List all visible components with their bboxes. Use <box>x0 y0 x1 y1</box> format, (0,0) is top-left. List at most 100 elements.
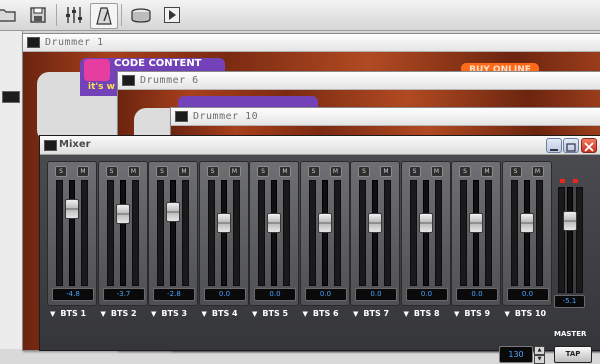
channel-value: 0.0 <box>456 288 498 301</box>
channel-name: BTS 2 <box>110 309 137 318</box>
mute-button[interactable]: M <box>380 166 392 177</box>
channel-fader[interactable] <box>216 212 231 233</box>
dropdown-arrow-icon[interactable]: ▼ <box>151 310 156 318</box>
channel-name: BTS 9 <box>464 309 491 318</box>
level-meter <box>359 180 366 286</box>
channel-fader[interactable] <box>519 212 534 233</box>
channel-output-select[interactable]: ▼ BTS 4 <box>199 307 247 320</box>
solo-button[interactable]: S <box>206 166 219 177</box>
channel-fader[interactable] <box>317 212 332 233</box>
play-icon[interactable] <box>159 3 185 27</box>
minimize-button[interactable] <box>546 138 562 153</box>
fader-track <box>321 180 328 286</box>
fader-track <box>69 180 75 286</box>
mute-button[interactable]: M <box>430 166 443 177</box>
drum-icon[interactable] <box>128 3 154 27</box>
dropdown-arrow-icon[interactable]: ▼ <box>202 310 207 318</box>
level-meter <box>182 180 189 286</box>
solo-button[interactable]: S <box>105 166 118 177</box>
channel-fader[interactable] <box>267 212 281 233</box>
solo-button[interactable]: S <box>156 166 168 177</box>
channel-fader[interactable] <box>368 212 382 233</box>
window-titlebar[interactable]: Drummer 1 <box>23 34 600 52</box>
master-channel: -5.1 <box>554 179 585 324</box>
solo-button[interactable]: S <box>509 166 522 177</box>
solo-button[interactable]: S <box>55 166 67 177</box>
mute-button[interactable]: M <box>531 166 544 177</box>
dropdown-arrow-icon[interactable]: ▼ <box>303 310 308 318</box>
mixer-faders-icon[interactable] <box>61 3 87 27</box>
tempo-down-button[interactable]: ▼ <box>534 355 545 364</box>
window-titlebar[interactable]: Drummer 6 <box>118 72 600 90</box>
dropdown-arrow-icon[interactable]: ▼ <box>505 310 510 318</box>
maximize-button[interactable] <box>563 138 579 153</box>
level-meter <box>485 180 492 286</box>
mixer-titlebar[interactable]: Mixer <box>40 136 600 155</box>
channel-output-select[interactable]: ▼ BTS 7 <box>350 307 398 320</box>
channel-value: 0.0 <box>203 288 246 301</box>
dropdown-arrow-icon[interactable]: ▼ <box>404 310 409 318</box>
channel-name: BTS 1 <box>60 309 87 318</box>
level-meter <box>157 180 164 286</box>
clip-indicator <box>560 179 565 183</box>
mute-button[interactable]: M <box>481 166 493 177</box>
window-title: Drummer 1 <box>45 37 104 48</box>
open-folder-icon[interactable] <box>0 3 20 27</box>
solo-button[interactable]: S <box>358 166 370 177</box>
solo-button[interactable]: S <box>257 166 269 177</box>
mixer-title: Mixer <box>59 139 91 150</box>
solo-button[interactable]: S <box>307 166 320 177</box>
mixer-window[interactable]: Mixer S M -4.8 ▼ BTS 1 S M -3.7 ▼ BTS 2 S M -2.8 ▼ BTS… <box>39 135 600 364</box>
dropdown-arrow-icon[interactable]: ▼ <box>101 310 106 318</box>
channel-strip: S M -2.8 <box>148 161 198 306</box>
channel-value: -4.8 <box>52 288 94 301</box>
channel-output-select[interactable]: ▼ BTS 10 <box>502 307 550 320</box>
promo-text: CODE CONTENT <box>114 58 202 69</box>
level-meter <box>106 180 114 286</box>
channel-fader[interactable] <box>166 202 180 223</box>
channel-fader[interactable] <box>469 212 483 233</box>
mute-button[interactable]: M <box>329 166 342 177</box>
window-title: Drummer 6 <box>140 75 199 86</box>
mute-button[interactable]: M <box>77 166 89 177</box>
tempo-spinner[interactable]: ▲ ▼ <box>534 346 545 364</box>
mute-button[interactable]: M <box>178 166 190 177</box>
level-meter <box>535 180 543 286</box>
mute-button[interactable]: M <box>127 166 140 177</box>
channel-name: BTS 4 <box>211 309 238 318</box>
save-icon[interactable] <box>25 3 51 27</box>
channel-strip: S M 0.0 <box>350 161 400 306</box>
fader-track <box>473 180 479 286</box>
level-meter <box>460 180 467 286</box>
dropdown-arrow-icon[interactable]: ▼ <box>50 310 55 318</box>
dropdown-arrow-icon[interactable]: ▼ <box>454 310 459 318</box>
channel-output-select[interactable]: ▼ BTS 2 <box>98 307 146 320</box>
channel-name: BTS 8 <box>413 309 440 318</box>
mute-button[interactable]: M <box>279 166 291 177</box>
metronome-icon[interactable] <box>90 3 118 29</box>
solo-button[interactable]: S <box>459 166 471 177</box>
channel-name: BTS 6 <box>312 309 339 318</box>
level-meter <box>131 180 139 286</box>
channel-fader[interactable] <box>418 212 433 233</box>
mute-button[interactable]: M <box>228 166 241 177</box>
channel-name: BTS 5 <box>262 309 289 318</box>
solo-button[interactable]: S <box>408 166 421 177</box>
channel-fader[interactable] <box>65 198 79 219</box>
tempo-up-button[interactable]: ▲ <box>534 346 545 355</box>
dropdown-arrow-icon[interactable]: ▼ <box>252 310 257 318</box>
channel-output-select[interactable]: ▼ BTS 8 <box>401 307 449 320</box>
channel-output-select[interactable]: ▼ BTS 9 <box>451 307 499 320</box>
window-titlebar[interactable]: Drummer 10 <box>171 108 600 126</box>
dropdown-arrow-icon[interactable]: ▼ <box>353 310 358 318</box>
master-fader[interactable] <box>563 211 577 232</box>
channel-output-select[interactable]: ▼ BTS 1 <box>47 307 95 320</box>
close-button[interactable] <box>581 138 597 153</box>
fader-track <box>119 180 126 286</box>
channel-fader[interactable] <box>115 204 130 225</box>
level-meter <box>576 187 583 293</box>
channel-output-select[interactable]: ▼ BTS 6 <box>300 307 348 320</box>
channel-output-select[interactable]: ▼ BTS 5 <box>249 307 297 320</box>
plugin-icon <box>175 110 188 122</box>
channel-output-select[interactable]: ▼ BTS 3 <box>148 307 196 320</box>
